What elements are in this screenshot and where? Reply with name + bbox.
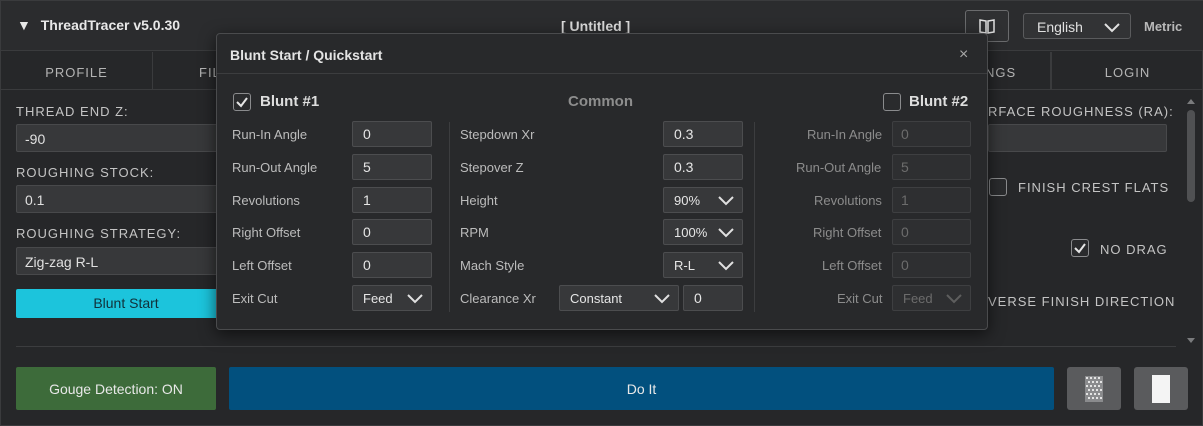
blunt1-run-out-angle-input[interactable]: 5 <box>352 154 432 180</box>
roughing-stock-input[interactable]: 0.1 <box>16 185 236 213</box>
solid-rectangle-icon <box>1152 374 1170 403</box>
clearance-xr-input[interactable]: 0 <box>683 285 743 311</box>
app-title-toggle[interactable]: ▼ ThreadTracer v5.0.30 <box>17 17 180 33</box>
blunt1-exit-cut-select[interactable]: Feed <box>352 285 432 311</box>
close-icon[interactable]: × <box>959 46 968 64</box>
roughing-strategy-label: ROUGHING STRATEGY: <box>16 226 182 241</box>
blunt1-run-in-angle-label: Run-In Angle <box>232 127 308 142</box>
chevron-down-icon <box>407 294 423 304</box>
blunt2-run-out-angle-label: Run-Out Angle <box>796 160 882 175</box>
blunt2-exit-cut-value: Feed <box>903 291 933 306</box>
blunt2-revolutions-input[interactable]: 1 <box>892 187 971 213</box>
tab-login[interactable]: LOGIN <box>1051 52 1203 90</box>
scroll-up-icon <box>1187 99 1195 104</box>
chevron-down-icon <box>718 261 734 271</box>
rpm-label: RPM <box>460 225 489 240</box>
roughing-stock-label: ROUGHING STOCK: <box>16 165 155 180</box>
surface-roughness-label: RFACE ROUGHNESS (RA): <box>988 104 1174 119</box>
clearance-xr-mode-select[interactable]: Constant <box>559 285 679 311</box>
no-drag-label: NO DRAG <box>1100 242 1168 257</box>
blunt1-revolutions-input[interactable]: 1 <box>352 187 432 213</box>
roughing-strategy-select[interactable]: Zig-zag R-L <box>16 247 236 275</box>
chevron-down-icon <box>1104 23 1120 33</box>
mach-style-select[interactable]: R-L <box>663 252 743 278</box>
chevron-down-icon <box>718 196 734 206</box>
blunt1-run-in-angle-input[interactable]: 0 <box>352 121 432 147</box>
blunt1-exit-cut-label: Exit Cut <box>232 291 278 306</box>
chevron-down-icon <box>718 228 734 238</box>
tab-profile[interactable]: PROFILE <box>1 52 153 90</box>
app-title: ThreadTracer v5.0.30 <box>40 17 181 33</box>
blunt1-left-offset-label: Left Offset <box>232 258 292 273</box>
common-heading: Common <box>568 93 633 110</box>
blunt2-run-in-angle-input[interactable]: 0 <box>892 121 971 147</box>
mach-style-value: R-L <box>674 258 695 273</box>
blunt2-checkbox[interactable] <box>883 93 901 111</box>
stepdown-xr-label: Stepdown Xr <box>460 127 535 142</box>
blunt1-right-offset-input[interactable]: 0 <box>352 219 432 245</box>
blunt1-right-offset-label: Right Offset <box>232 225 301 240</box>
blunt2-left-offset-input[interactable]: 0 <box>892 252 971 278</box>
height-value: 90% <box>674 193 701 208</box>
blunt2-exit-cut-select[interactable]: Feed <box>892 285 971 311</box>
language-select[interactable]: English <box>1023 13 1131 39</box>
blunt1-heading: Blunt #1 <box>260 93 320 110</box>
pattern-view-button[interactable] <box>1067 367 1121 410</box>
height-select[interactable]: 90% <box>663 187 743 213</box>
blunt-start-dialog: Blunt Start / Quickstart × Blunt #1 Comm… <box>216 33 988 330</box>
stepdown-xr-input[interactable]: 0.3 <box>663 121 743 147</box>
blunt1-exit-cut-value: Feed <box>363 291 393 306</box>
rpm-value: 100% <box>674 225 708 240</box>
units-label[interactable]: Metric <box>1144 19 1182 34</box>
blunt1-left-offset-input[interactable]: 0 <box>352 252 432 278</box>
language-value: English <box>1037 19 1083 35</box>
app-window: ▼ ThreadTracer v5.0.30 [ Untitled ] Engl… <box>0 0 1203 426</box>
stepover-z-label: Stepover Z <box>460 160 524 175</box>
blunt2-right-offset-label: Right Offset <box>813 225 882 240</box>
rpm-select[interactable]: 100% <box>663 219 743 245</box>
column-separator <box>754 122 755 312</box>
thread-end-z-input[interactable]: -90 <box>16 124 236 152</box>
blunt1-revolutions-label: Revolutions <box>232 193 300 208</box>
blunt2-run-in-angle-label: Run-In Angle <box>807 127 883 142</box>
dialog-title: Blunt Start / Quickstart <box>230 47 383 63</box>
mach-style-label: Mach Style <box>460 258 525 273</box>
blunt1-checkbox[interactable] <box>233 93 251 111</box>
no-drag-checkbox[interactable] <box>1071 239 1089 257</box>
finish-crest-flats-label: FINISH CREST FLATS <box>1018 180 1170 195</box>
stepover-z-input[interactable]: 0.3 <box>663 154 743 180</box>
chevron-down-icon <box>946 294 962 304</box>
collapse-triangle-icon: ▼ <box>17 17 31 33</box>
column-separator <box>449 122 450 312</box>
blunt2-exit-cut-label: Exit Cut <box>837 291 883 306</box>
document-title: [ Untitled ] <box>561 18 631 34</box>
reverse-finish-direction-label[interactable]: VERSE FINISH DIRECTION <box>988 294 1175 309</box>
blunt2-heading: Blunt #2 <box>909 93 969 110</box>
blunt-start-button[interactable]: Blunt Start <box>16 289 236 318</box>
panel-scrollbar[interactable] <box>1185 96 1197 346</box>
gouge-detection-button[interactable]: Gouge Detection: ON <box>16 367 216 410</box>
dialog-header: Blunt Start / Quickstart × <box>217 34 987 74</box>
height-label: Height <box>460 193 498 208</box>
blunt2-left-offset-label: Left Offset <box>822 258 882 273</box>
dotted-pattern-icon <box>1085 375 1103 402</box>
checkmark-icon <box>1074 243 1086 254</box>
blunt2-revolutions-label: Revolutions <box>814 193 882 208</box>
section-divider <box>16 346 1176 347</box>
do-it-button[interactable]: Do It <box>229 367 1054 410</box>
scrollbar-thumb[interactable] <box>1187 110 1195 202</box>
blunt2-right-offset-input[interactable]: 0 <box>892 219 971 245</box>
surface-roughness-input[interactable] <box>988 124 1167 152</box>
clearance-xr-mode-value: Constant <box>570 291 623 306</box>
finish-crest-flats-checkbox[interactable] <box>989 178 1007 196</box>
blunt2-run-out-angle-input[interactable]: 5 <box>892 154 971 180</box>
thread-end-z-label: THREAD END Z: <box>16 104 129 119</box>
scroll-down-icon <box>1187 338 1195 343</box>
chevron-down-icon <box>654 294 670 304</box>
checkmark-icon <box>236 97 248 108</box>
clearance-xr-label: Clearance Xr <box>460 291 536 306</box>
solid-view-button[interactable] <box>1134 367 1188 410</box>
blunt1-run-out-angle-label: Run-Out Angle <box>232 160 318 175</box>
